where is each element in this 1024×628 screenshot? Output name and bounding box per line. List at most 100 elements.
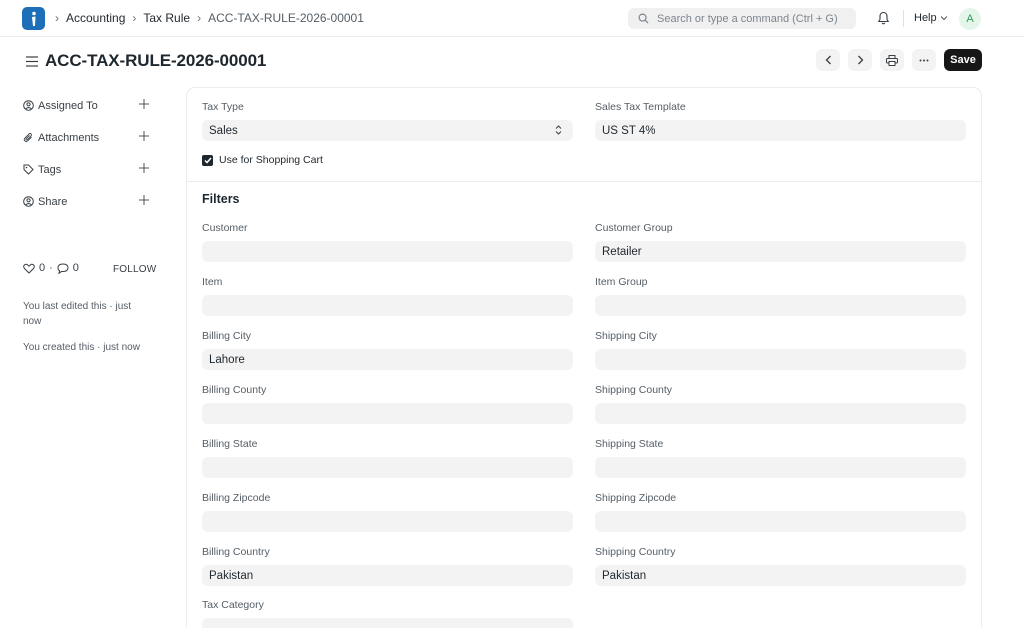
customer-label: Customer (202, 222, 248, 234)
navbar-divider (903, 10, 904, 27)
tax-category-field[interactable] (202, 618, 573, 628)
tag-icon (23, 164, 34, 175)
chevron-down-icon (940, 16, 947, 21)
likes-comments: 0 · 0 (23, 262, 79, 274)
breadcrumb: › Accounting › Tax Rule › ACC-TAX-RULE-2… (55, 11, 364, 25)
plus-icon[interactable] (139, 131, 149, 144)
notification-bell-icon[interactable] (877, 11, 890, 28)
chevron-right-icon: › (55, 11, 59, 25)
shipping-county-label: Shipping County (595, 384, 673, 396)
shipping-county-field[interactable] (595, 403, 966, 424)
sales-tax-template-value: US ST 4% (602, 124, 656, 137)
shipping-city-field[interactable] (595, 349, 966, 370)
breadcrumb-current[interactable]: ACC-TAX-RULE-2026-00001 (208, 11, 364, 25)
sales-tax-template-label: Sales Tax Template (595, 101, 686, 113)
sidebar-item-label: Attachments (38, 131, 100, 144)
sidebar-item-label: Tags (38, 163, 62, 176)
customer-field[interactable] (202, 241, 573, 262)
sidebar-item-attachments[interactable]: Attachments (23, 131, 149, 144)
avatar[interactable]: A (959, 8, 981, 30)
activity-last-edited: You last edited this · just now (23, 301, 132, 327)
billing-city-value: Lahore (209, 353, 245, 366)
tax-type-value: Sales (209, 124, 238, 137)
shipping-zipcode-label: Shipping Zipcode (595, 492, 677, 504)
tax-type-select[interactable]: Sales (202, 120, 573, 141)
activity-created: You created this · just now (23, 342, 140, 353)
billing-country-value: Pakistan (209, 569, 254, 582)
shipping-country-field[interactable]: Pakistan (595, 565, 966, 586)
billing-city-label: Billing City (202, 330, 252, 342)
sidebar-item-tags[interactable]: Tags (23, 163, 149, 176)
billing-county-field[interactable] (202, 403, 573, 424)
help-label: Help (914, 12, 937, 24)
plus-icon[interactable] (139, 163, 149, 176)
billing-zipcode-field[interactable] (202, 511, 573, 532)
comments-count: 0 (72, 262, 79, 274)
chevron-left-icon (825, 55, 831, 65)
plus-icon[interactable] (139, 195, 149, 208)
shipping-city-label: Shipping City (595, 330, 657, 342)
share-user-icon (23, 196, 34, 207)
billing-county-label: Billing County (202, 384, 267, 396)
tax-type-label: Tax Type (202, 101, 244, 113)
ellipsis-icon (919, 59, 929, 61)
select-arrows-icon (555, 125, 562, 135)
shipping-state-label: Shipping State (595, 438, 664, 450)
checkmark-icon (203, 157, 212, 164)
billing-city-field[interactable]: Lahore (202, 349, 573, 370)
billing-country-label: Billing Country (202, 546, 270, 558)
customer-group-label: Customer Group (595, 222, 673, 234)
customer-group-field[interactable]: Retailer (595, 241, 966, 262)
item-field[interactable] (202, 295, 573, 316)
item-label: Item (202, 276, 223, 288)
sales-tax-template-field[interactable]: US ST 4% (595, 120, 966, 141)
chevron-right-icon: › (132, 11, 137, 25)
customer-group-value: Retailer (602, 245, 642, 258)
shipping-country-label: Shipping Country (595, 546, 676, 558)
top-navbar: › Accounting › Tax Rule › ACC-TAX-RULE-2… (0, 0, 1024, 37)
sidebar-item-label: Share (38, 195, 68, 208)
billing-country-field[interactable]: Pakistan (202, 565, 573, 586)
item-group-label: Item Group (595, 276, 648, 288)
sidebar-item-share[interactable]: Share (23, 195, 149, 208)
sidebar-item-assigned-to[interactable]: Assigned To (23, 99, 149, 112)
more-options-button[interactable] (912, 49, 936, 71)
search-icon (638, 13, 649, 24)
shopping-cart-label: Use for Shopping Cart (219, 154, 323, 166)
shipping-zipcode-field[interactable] (595, 511, 966, 532)
next-button[interactable] (848, 49, 872, 71)
tax-category-label: Tax Category (202, 599, 264, 611)
assign-user-icon (23, 100, 34, 111)
billing-zipcode-label: Billing Zipcode (202, 492, 271, 504)
shipping-country-value: Pakistan (602, 569, 647, 582)
save-button[interactable]: Save (944, 49, 982, 71)
chevron-right-icon (857, 55, 863, 65)
item-group-field[interactable] (595, 295, 966, 316)
printer-icon (886, 54, 898, 66)
comment-icon[interactable] (57, 262, 69, 274)
heart-icon[interactable] (23, 263, 35, 274)
chevron-right-icon: › (197, 11, 202, 25)
plus-icon[interactable] (139, 99, 149, 112)
sidebar-toggle-icon[interactable] (26, 55, 38, 70)
breadcrumb-accounting[interactable]: Accounting (66, 11, 125, 25)
billing-state-field[interactable] (202, 457, 573, 478)
follow-button[interactable]: FOLLOW (113, 264, 156, 275)
shipping-state-field[interactable] (595, 457, 966, 478)
print-button[interactable] (880, 49, 904, 71)
previous-button[interactable] (816, 49, 840, 71)
shopping-cart-checkbox[interactable] (202, 155, 213, 166)
help-dropdown[interactable]: Help (914, 12, 948, 24)
search-placeholder: Search or type a command (Ctrl + G) (657, 12, 838, 25)
paperclip-icon (23, 132, 32, 142)
separator-dot: · (49, 262, 53, 274)
billing-state-label: Billing State (202, 438, 258, 450)
search-input[interactable]: Search or type a command (Ctrl + G) (628, 8, 856, 29)
section-divider (187, 181, 981, 182)
likes-count: 0 (39, 262, 46, 274)
app-logo[interactable] (22, 7, 45, 30)
breadcrumb-tax-rule[interactable]: Tax Rule (143, 11, 190, 25)
page-title: ACC-TAX-RULE-2026-00001 (45, 51, 267, 70)
sidebar-item-label: Assigned To (38, 99, 98, 112)
filters-section-title: Filters (202, 192, 240, 206)
